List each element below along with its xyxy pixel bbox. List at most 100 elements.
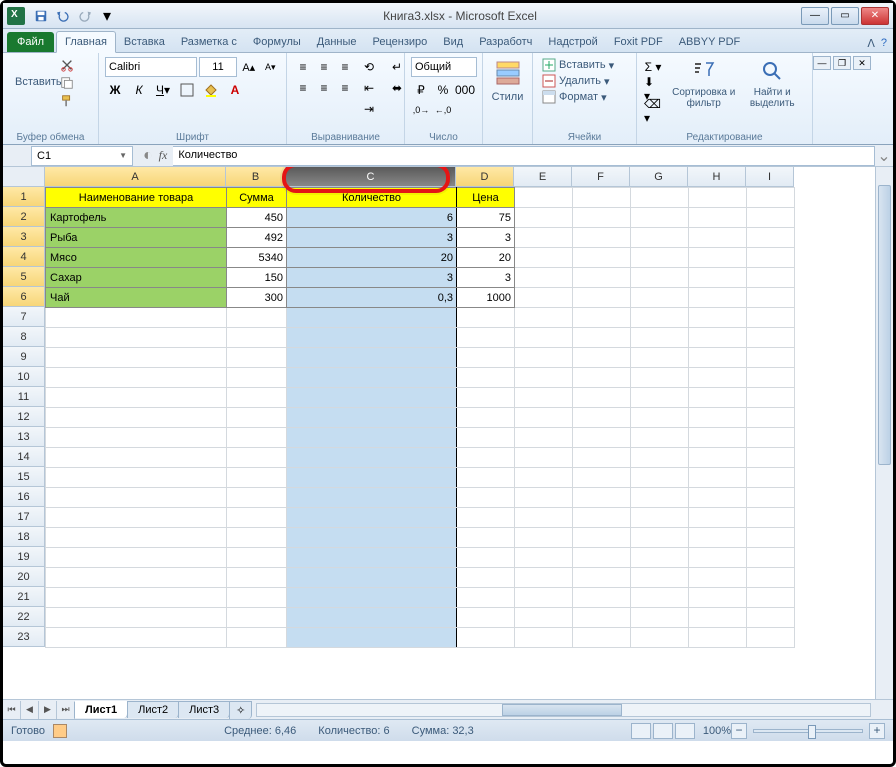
copy-button[interactable] [57, 75, 77, 91]
column-header-G[interactable]: G [630, 167, 688, 187]
cell-A13[interactable] [46, 428, 227, 448]
cell-I18[interactable] [747, 528, 795, 548]
cell-I1[interactable] [747, 188, 795, 208]
paste-button[interactable]: Вставить [9, 57, 57, 107]
cell-C16[interactable] [287, 488, 457, 508]
cell-C14[interactable] [287, 448, 457, 468]
cell-I4[interactable] [747, 248, 795, 268]
cell-I21[interactable] [747, 588, 795, 608]
cell-E19[interactable] [515, 548, 573, 568]
cell-F3[interactable] [573, 228, 631, 248]
cell-B14[interactable] [227, 448, 287, 468]
ribbon-tab[interactable]: Вставка [116, 32, 173, 52]
close-button[interactable]: ✕ [861, 7, 889, 25]
cell-F15[interactable] [573, 468, 631, 488]
cell-C6[interactable]: 0,3 [287, 288, 457, 308]
cell-G20[interactable] [631, 568, 689, 588]
cell-H6[interactable] [689, 288, 747, 308]
cell-D11[interactable] [457, 388, 515, 408]
cell-I10[interactable] [747, 368, 795, 388]
cell-I15[interactable] [747, 468, 795, 488]
cell-A4[interactable]: Мясо [46, 248, 227, 268]
cell-D15[interactable] [457, 468, 515, 488]
row-header-12[interactable]: 12 [3, 407, 45, 427]
cell-G23[interactable] [631, 628, 689, 648]
cell-H9[interactable] [689, 348, 747, 368]
cell-B1[interactable]: Сумма [227, 188, 287, 208]
cell-G16[interactable] [631, 488, 689, 508]
format-painter-button[interactable] [57, 93, 77, 109]
qat-customize-button[interactable]: ▾ [97, 7, 117, 25]
cell-H19[interactable] [689, 548, 747, 568]
cell-F4[interactable] [573, 248, 631, 268]
increase-font-button[interactable]: A▴ [239, 57, 259, 77]
cell-D14[interactable] [457, 448, 515, 468]
cell-D13[interactable] [457, 428, 515, 448]
comma-button[interactable]: 000 [455, 80, 475, 100]
ribbon-tab[interactable]: Разработч [471, 32, 540, 52]
insert-cells-button[interactable]: Вставить ▾ [539, 57, 630, 73]
maximize-button[interactable]: ▭ [831, 7, 859, 25]
cell-B12[interactable] [227, 408, 287, 428]
border-button[interactable] [177, 80, 197, 100]
increase-decimal-button[interactable]: ,0→ [411, 100, 431, 120]
cell-B20[interactable] [227, 568, 287, 588]
cell-E7[interactable] [515, 308, 573, 328]
cell-E18[interactable] [515, 528, 573, 548]
column-header-H[interactable]: H [688, 167, 746, 187]
vertical-scroll-thumb[interactable] [878, 185, 891, 465]
cell-G5[interactable] [631, 268, 689, 288]
cell-H22[interactable] [689, 608, 747, 628]
zoom-level[interactable]: 100% [703, 725, 731, 737]
cell-G15[interactable] [631, 468, 689, 488]
sheet-nav-first-button[interactable]: ⏮ [3, 701, 21, 719]
cell-E6[interactable] [515, 288, 573, 308]
cell-F10[interactable] [573, 368, 631, 388]
row-header-16[interactable]: 16 [3, 487, 45, 507]
cell-B13[interactable] [227, 428, 287, 448]
format-cells-button[interactable]: Формат ▾ [539, 89, 630, 105]
cell-I13[interactable] [747, 428, 795, 448]
cell-F20[interactable] [573, 568, 631, 588]
new-sheet-button[interactable]: ✧ [229, 701, 252, 719]
cell-H12[interactable] [689, 408, 747, 428]
cell-A12[interactable] [46, 408, 227, 428]
cell-F9[interactable] [573, 348, 631, 368]
zoom-slider-thumb[interactable] [808, 725, 816, 739]
row-header-10[interactable]: 10 [3, 367, 45, 387]
cell-H15[interactable] [689, 468, 747, 488]
cell-I5[interactable] [747, 268, 795, 288]
cell-E8[interactable] [515, 328, 573, 348]
row-header-14[interactable]: 14 [3, 447, 45, 467]
row-header-17[interactable]: 17 [3, 507, 45, 527]
cell-H18[interactable] [689, 528, 747, 548]
sheet-nav-next-button[interactable]: ▶ [39, 701, 57, 719]
cell-H3[interactable] [689, 228, 747, 248]
column-header-A[interactable]: A [45, 167, 226, 187]
row-header-18[interactable]: 18 [3, 527, 45, 547]
cell-A16[interactable] [46, 488, 227, 508]
cell-D23[interactable] [457, 628, 515, 648]
sheet-tab-active[interactable]: Лист1 [74, 701, 128, 718]
cell-H13[interactable] [689, 428, 747, 448]
cell-C15[interactable] [287, 468, 457, 488]
cell-D9[interactable] [457, 348, 515, 368]
cell-E17[interactable] [515, 508, 573, 528]
cell-F12[interactable] [573, 408, 631, 428]
cell-B21[interactable] [227, 588, 287, 608]
cell-G2[interactable] [631, 208, 689, 228]
row-header-3[interactable]: 3 [3, 227, 45, 247]
cell-C1[interactable]: Количество [287, 188, 457, 208]
cell-H8[interactable] [689, 328, 747, 348]
ribbon-tab[interactable]: ABBYY PDF [671, 32, 749, 52]
ribbon-tab[interactable]: Foxit PDF [606, 32, 671, 52]
qat-save-button[interactable] [31, 7, 51, 25]
font-name-combo[interactable] [105, 57, 197, 77]
cell-F17[interactable] [573, 508, 631, 528]
ribbon-tab[interactable]: Рецензиро [365, 32, 436, 52]
cell-G7[interactable] [631, 308, 689, 328]
cell-B2[interactable]: 450 [227, 208, 287, 228]
fx-round-icon[interactable]: ◐ [143, 147, 153, 165]
cell-F18[interactable] [573, 528, 631, 548]
row-header-19[interactable]: 19 [3, 547, 45, 567]
